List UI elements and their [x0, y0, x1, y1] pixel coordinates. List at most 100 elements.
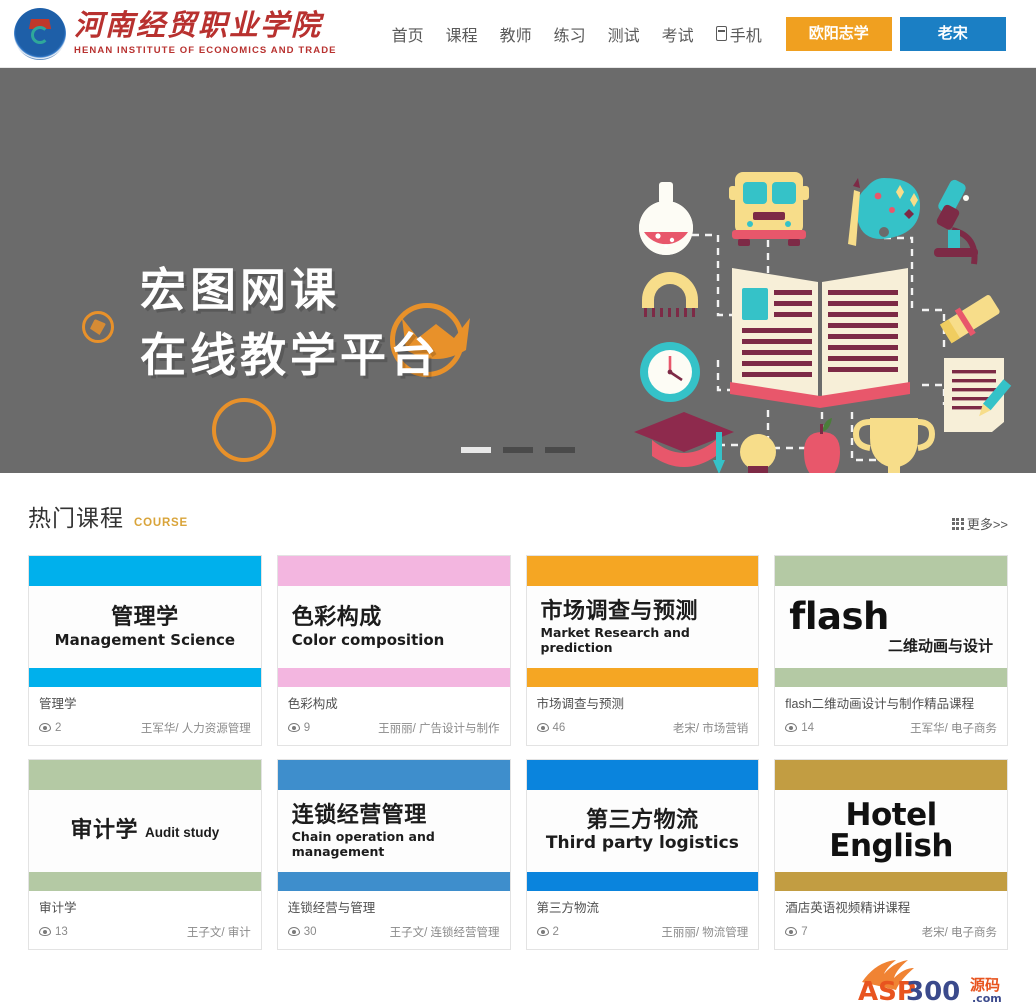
login-button[interactable]: 老宋	[899, 16, 1006, 51]
view-count-value: 2	[552, 925, 559, 938]
view-count: 2	[536, 925, 559, 938]
view-count: 13	[39, 926, 68, 938]
course-card[interactable]: 第三方物流 Third party logistics 第三方物流 2 王丽丽/…	[525, 758, 760, 950]
card-bottom-bar	[29, 668, 261, 687]
card-bottom-bar	[277, 668, 510, 687]
view-count-value: 46	[552, 721, 566, 734]
cover-title-cn: 第三方物流	[586, 807, 699, 833]
site-header: 河南经贸职业学院 HENAN INSTITUTE OF ECONOMICS AN…	[0, 0, 1036, 68]
site-watermark: ASP 300 源码 .com	[858, 960, 1002, 1006]
cover-title-cn: flash	[789, 595, 889, 638]
cover-title-en: Management Science	[54, 630, 236, 649]
nav-item-courses[interactable]: 课程	[435, 16, 489, 52]
school-seal-icon	[14, 7, 66, 60]
eye-icon	[536, 927, 549, 936]
card-bottom-bar	[277, 871, 510, 891]
card-top-bar	[277, 556, 510, 586]
carousel-dot-3[interactable]	[545, 447, 575, 453]
lightbulb-icon	[740, 434, 776, 473]
open-book-icon	[730, 268, 910, 408]
card-footer: 第三方物流 2 王丽丽/ 物流管理	[527, 891, 759, 949]
mobile-phone-icon	[715, 26, 727, 41]
page-title: 热门课程	[28, 505, 124, 531]
hero-carousel[interactable]: 宏图网课 在线教学平台	[0, 68, 1036, 473]
nav-item-teachers[interactable]: 教师	[489, 16, 543, 52]
nav-item-test[interactable]: 测试	[597, 16, 651, 52]
view-count: 30	[287, 926, 317, 938]
course-card[interactable]: 色彩构成 Color composition 色彩构成 9 王丽丽/ 广告设计与…	[276, 555, 511, 746]
view-count-value: 7	[801, 925, 808, 938]
card-top-bar	[775, 759, 1007, 790]
view-count: 14	[785, 722, 814, 734]
course-name: 市场调查与预测	[536, 697, 625, 711]
school-bus-icon	[729, 172, 809, 246]
hero-title: 宏图网课 在线教学平台	[140, 258, 440, 389]
brand-text: 河南经贸职业学院 HENAN INSTITUTE OF ECONOMICS AN…	[74, 11, 337, 56]
trophy-icon	[852, 418, 936, 473]
cover-title-en: 二维动画与设计	[887, 638, 993, 655]
microscope-icon	[934, 179, 978, 265]
nav-item-practice[interactable]: 练习	[543, 16, 597, 52]
paint-palette-icon	[848, 178, 920, 246]
eye-icon	[785, 927, 798, 936]
more-link[interactable]: 更多>>	[951, 514, 1008, 533]
course-card[interactable]: flash 二维动画与设计 flash二维动画设计与制作精品课程 14 王军华/…	[774, 555, 1008, 746]
eye-icon	[39, 723, 51, 733]
cover-title-cn: Hotel English	[829, 796, 953, 864]
cover-title-cn: 市场调查与预测	[540, 599, 699, 625]
card-cover: 连锁经营管理 Chain operation and management	[277, 789, 510, 872]
carousel-dot-1[interactable]	[461, 447, 491, 453]
carousel-indicators	[0, 447, 1036, 453]
hot-courses-section: 热门课程 COURSE 更多>> 管理学 Management Science …	[0, 473, 1036, 950]
graduation-cap-icon	[634, 412, 734, 473]
course-name: 第三方物流	[536, 900, 600, 915]
teacher-category: 王子文/ 审计	[186, 926, 251, 939]
cover-title-en: Audit study	[145, 824, 220, 840]
card-footer: 市场调查与预测 46 老宋/ 市场营销	[527, 687, 759, 745]
card-bottom-bar	[526, 668, 759, 687]
card-footer: 色彩构成 9 王丽丽/ 广告设计与制作	[278, 687, 510, 745]
course-card[interactable]: 市场调查与预测 Market Research and prediction 市…	[525, 555, 760, 746]
carousel-dot-2[interactable]	[503, 447, 533, 453]
nav-item-exam[interactable]: 考试	[651, 16, 705, 52]
card-cover: 审计学 Audit study	[29, 789, 261, 872]
apple-icon	[804, 418, 840, 473]
card-top-bar	[29, 556, 261, 586]
user-account-button[interactable]: 欧阳志学	[785, 16, 892, 51]
card-top-bar	[29, 759, 261, 790]
course-card[interactable]: 管理学 Management Science 管理学 2 王军华/ 人力资源管理	[28, 555, 262, 746]
cover-title-cn: 连锁经营管理	[291, 802, 427, 828]
view-count: 7	[785, 925, 808, 938]
course-name: 审计学	[39, 900, 77, 915]
course-card[interactable]: Hotel English 酒店英语视频精讲课程 7 老宋/ 电子商务	[774, 758, 1008, 950]
cover-title-cn: 色彩构成	[291, 605, 382, 631]
section-subtitle: COURSE	[134, 517, 189, 529]
card-bottom-bar	[526, 871, 759, 891]
site-logo[interactable]: 河南经贸职业学院 HENAN INSTITUTE OF ECONOMICS AN…	[14, 7, 337, 60]
card-footer: 连锁经营与管理 30 王子文/ 连锁经营管理	[278, 891, 510, 949]
card-top-bar	[526, 759, 759, 790]
eye-icon	[39, 927, 51, 936]
cover-title-en: Market Research and prediction	[540, 624, 690, 655]
card-bottom-bar	[775, 871, 1007, 891]
card-cover: 第三方物流 Third party logistics	[526, 789, 759, 872]
eye-icon	[287, 927, 300, 936]
card-bottom-bar	[775, 668, 1007, 687]
card-meta-row: 46 老宋/ 市场营销	[536, 720, 748, 736]
card-meta-row: 2 王军华/ 人力资源管理	[39, 720, 251, 736]
view-count-value: 13	[55, 925, 68, 938]
notepad-pencil-icon	[944, 358, 1012, 432]
svg-text:.com: .com	[972, 992, 1002, 1005]
nav-item-home[interactable]: 首页	[381, 16, 435, 52]
card-cover: 色彩构成 Color composition	[277, 586, 510, 668]
education-illustration	[634, 172, 1012, 473]
card-meta-row: 2 王丽丽/ 物流管理	[536, 924, 748, 940]
course-card[interactable]: 审计学 Audit study 审计学 13 王子文/ 审计	[28, 758, 262, 950]
course-grid: 管理学 Management Science 管理学 2 王军华/ 人力资源管理…	[28, 555, 1008, 950]
alarm-clock-icon	[640, 342, 700, 402]
nav-item-mobile[interactable]: 手机	[705, 16, 772, 52]
course-card[interactable]: 连锁经营管理 Chain operation and management 连锁…	[276, 758, 511, 950]
view-count: 9	[287, 722, 310, 734]
card-footer: 酒店英语视频精讲课程 7 老宋/ 电子商务	[775, 891, 1007, 949]
section-title-group: 热门课程 COURSE	[28, 499, 188, 533]
